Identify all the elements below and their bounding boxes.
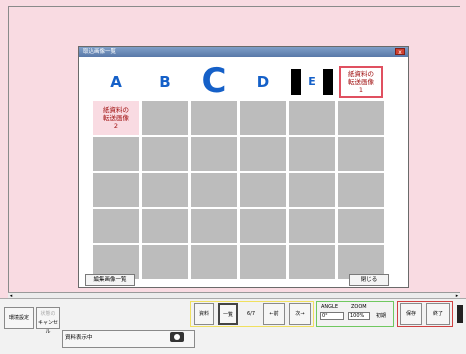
thumbnail-letter: A	[110, 73, 122, 91]
thumbnail-grid: A B C D E 紙資料の 転送画像 1 紙資料の 転送画像 2	[93, 61, 399, 283]
empty-thumbnail-slot[interactable]	[142, 245, 188, 279]
zoom-select[interactable]: 100%	[348, 312, 370, 320]
thumbnail-5[interactable]: E	[289, 65, 335, 99]
empty-thumbnail-slot[interactable]	[142, 173, 188, 207]
empty-thumbnail-slot[interactable]	[338, 137, 384, 171]
panel-toggle-icon[interactable]	[457, 305, 463, 323]
empty-thumbnail-slot[interactable]	[338, 209, 384, 243]
initial-button[interactable]: 初期	[376, 312, 386, 319]
thumbnail-letter: D	[256, 73, 270, 91]
empty-thumbnail-slot[interactable]	[240, 245, 286, 279]
angle-select[interactable]: 0°	[320, 312, 344, 320]
thumbnail-1[interactable]: A	[93, 65, 139, 99]
prev-button[interactable]: ←前	[263, 303, 285, 325]
close-button[interactable]: 閉じる	[349, 274, 389, 286]
cancel-button[interactable]: 状態の キャンセル	[36, 307, 60, 335]
thumbnail-2[interactable]: B	[142, 65, 188, 99]
environment-settings-button[interactable]: 環境設定	[4, 307, 34, 329]
camera-icon[interactable]	[170, 332, 184, 342]
empty-thumbnail-slot[interactable]	[289, 173, 335, 207]
empty-thumbnail-slot[interactable]	[93, 209, 139, 243]
empty-thumbnail-slot[interactable]	[289, 209, 335, 243]
empty-thumbnail-slot[interactable]	[240, 137, 286, 171]
close-icon[interactable]: x	[395, 48, 405, 56]
thumbnail-4[interactable]: D	[240, 65, 286, 99]
empty-thumbnail-slot[interactable]	[240, 101, 286, 135]
list-button[interactable]: 一覧	[218, 303, 238, 325]
empty-thumbnail-slot[interactable]	[289, 245, 335, 279]
empty-thumbnail-slot[interactable]	[191, 173, 237, 207]
dialog-title: 取込画像一覧	[83, 49, 117, 55]
thumbnail-letter: C	[201, 61, 227, 101]
empty-thumbnail-slot[interactable]	[93, 137, 139, 171]
empty-thumbnail-slot[interactable]	[191, 245, 237, 279]
thumbnail-letter: E	[308, 75, 316, 88]
empty-thumbnail-slot[interactable]	[142, 101, 188, 135]
dialog-titlebar: 取込画像一覧 x	[79, 47, 408, 57]
empty-thumbnail-slot[interactable]	[142, 137, 188, 171]
empty-thumbnail-slot[interactable]	[338, 173, 384, 207]
empty-thumbnail-slot[interactable]	[93, 173, 139, 207]
empty-thumbnail-slot[interactable]	[191, 101, 237, 135]
end-button[interactable]: 終了	[426, 303, 450, 325]
cancel-button-label: キャンセル	[37, 320, 58, 335]
angle-label: ANGLE	[321, 304, 338, 310]
thumbnail-3[interactable]: C	[191, 61, 237, 101]
zoom-label: ZOOM	[351, 304, 367, 310]
window-left-border	[8, 6, 9, 296]
save-button[interactable]: 保存	[400, 303, 422, 325]
empty-thumbnail-slot[interactable]	[240, 209, 286, 243]
thumbnail-6[interactable]: 紙資料の 転送画像 1	[338, 65, 384, 99]
empty-thumbnail-slot[interactable]	[240, 173, 286, 207]
bottom-toolbar: 環境設定 状態の キャンセル 資料表示中 資料 一覧 6/7 ←前 次→ ANG…	[0, 298, 466, 354]
empty-thumbnail-slot[interactable]	[142, 209, 188, 243]
window-top-border	[8, 6, 460, 7]
captured-images-dialog: 取込画像一覧 x A B C D E 紙資料の 転送画像 1 紙資料の 転送画像 2 編集画…	[78, 46, 409, 288]
shiryo-button[interactable]: 資料	[194, 303, 214, 325]
thumbnail-caption: 紙資料の 転送画像 2	[103, 106, 129, 130]
cancel-button-top-label: 状態の	[40, 311, 56, 317]
empty-thumbnail-slot[interactable]	[191, 137, 237, 171]
thumbnail-caption: 紙資料の 転送画像 1	[348, 70, 374, 94]
thumbnail-letter: B	[159, 73, 171, 91]
thumbnail-7[interactable]: 紙資料の 転送画像 2	[93, 101, 139, 135]
empty-thumbnail-slot[interactable]	[289, 101, 335, 135]
empty-thumbnail-slot[interactable]	[191, 209, 237, 243]
empty-thumbnail-slot[interactable]	[289, 137, 335, 171]
next-button[interactable]: 次→	[289, 303, 311, 325]
page-indicator: 6/7	[247, 311, 256, 317]
edit-image-list-button[interactable]: 編集画像一覧	[85, 274, 135, 286]
empty-thumbnail-slot[interactable]	[338, 101, 384, 135]
